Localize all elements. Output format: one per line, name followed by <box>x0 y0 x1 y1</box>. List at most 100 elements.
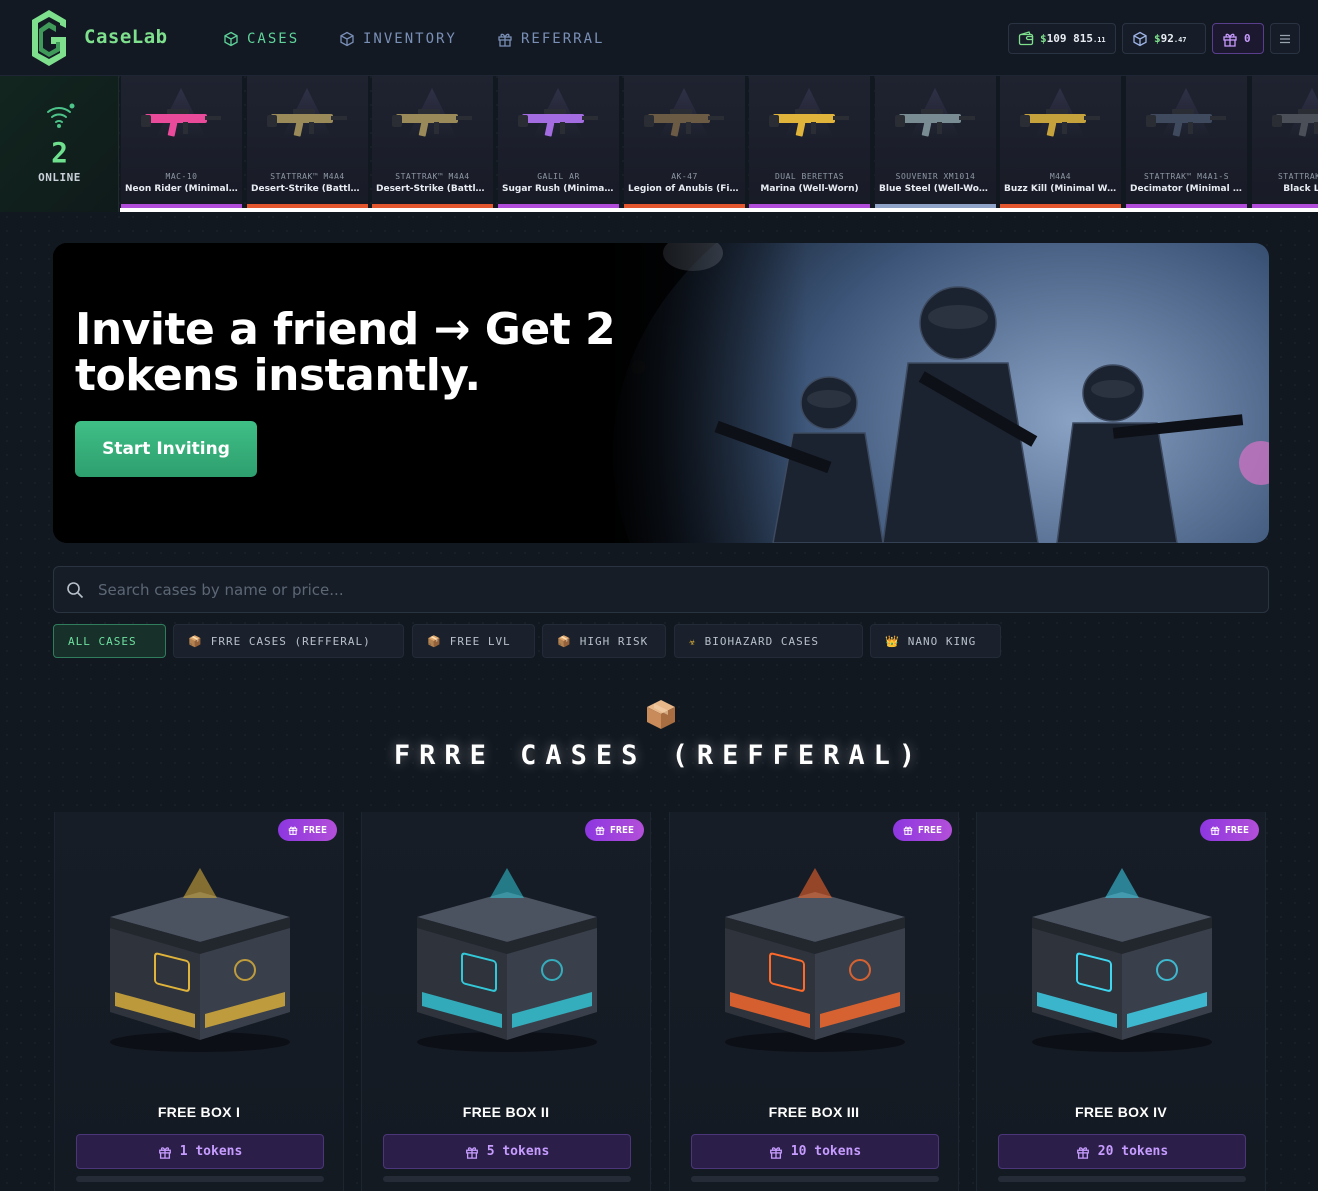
points-currency: $ <box>1154 32 1161 45</box>
box-icon <box>647 700 675 729</box>
case-price: 10 tokens <box>790 1144 862 1159</box>
filter-frre-cases[interactable]: 📦 FRRE CASES (REFFERAL) <box>173 624 404 658</box>
weapon-skin-icon <box>392 109 472 137</box>
case-box-image <box>417 868 597 1052</box>
wifi-icon <box>47 103 75 128</box>
live-drops-bar: 2 ONLINE MAC-10 Neon Rider (Minimal Wear)… <box>0 76 1318 212</box>
live-drop-item[interactable]: AK-47 Legion of Anubis (Field-Tested) <box>624 76 745 208</box>
drop-skin-name: Blue Steel (Well-Worn) <box>879 184 992 194</box>
cube-icon <box>340 31 354 47</box>
gift-icon <box>498 33 512 47</box>
points-button[interactable]: $92.47 <box>1122 23 1206 54</box>
cube-icon <box>1133 31 1147 46</box>
weapon-skin-icon <box>769 109 849 137</box>
caselab-logo-icon[interactable] <box>30 8 68 68</box>
drop-skin-name: Buzz Kill (Minimal Wear) <box>1004 184 1117 194</box>
filter-free-lvl[interactable]: 📦 FREE LVL <box>412 624 535 658</box>
gift-icon <box>158 1146 171 1159</box>
weapon-skin-icon <box>1020 109 1100 137</box>
badge-label: FREE <box>609 824 634 836</box>
wallet-icon <box>1018 30 1034 45</box>
live-drop-item[interactable]: M4A4 Buzz Kill (Minimal Wear) <box>1000 76 1121 208</box>
badge-label: FREE <box>1224 824 1249 836</box>
box-icon: 📦 <box>188 634 203 648</box>
filter-label: FREE LVL <box>449 634 511 648</box>
nav-referral[interactable]: REFERRAL <box>497 29 604 49</box>
crown-icon: 👑 <box>885 634 900 648</box>
badge-label: FREE <box>917 824 942 836</box>
points-amount: 92 <box>1160 32 1174 45</box>
weapon-skin-icon <box>267 109 347 137</box>
gift-icon <box>465 1146 478 1159</box>
nav-referral-label: REFERRAL <box>521 31 605 47</box>
section-title: FRRE CASES (REFFERAL) <box>393 740 925 771</box>
free-badge: FREE <box>584 819 644 841</box>
gift-icon <box>1076 1146 1089 1159</box>
case-name: FREE BOX II <box>462 1104 550 1120</box>
search-icon <box>67 582 84 599</box>
case-card[interactable]: FREE FREE BOX I 1 tokens <box>54 812 344 1191</box>
filter-label: BIOHAZARD CASES <box>704 634 819 648</box>
open-case-button[interactable]: 10 tokens <box>691 1134 939 1169</box>
top-header: CaseLab CASES INVENTORY REFERRAL $109 81… <box>0 0 1318 76</box>
open-case-button[interactable]: 5 tokens <box>383 1134 631 1169</box>
live-progress-line <box>120 208 1318 212</box>
open-case-button[interactable]: 20 tokens <box>998 1134 1246 1169</box>
nav-cases[interactable]: CASES <box>223 29 299 49</box>
filter-high-risk[interactable]: 📦 HIGH RISK <box>542 624 666 658</box>
case-footer-bar <box>998 1176 1246 1182</box>
live-drop-item[interactable]: StatTrak™ M4A4 Desert-Strike (Battle-Scar… <box>372 76 493 208</box>
weapon-skin-icon <box>1272 109 1318 137</box>
weapon-skin-icon <box>895 109 975 137</box>
gift-icon <box>769 1146 782 1159</box>
filter-nano-king[interactable]: 👑 NANO KING <box>870 624 1001 658</box>
box-icon: 📦 <box>557 634 572 648</box>
case-card[interactable]: FREE FREE BOX III 10 tokens <box>669 812 959 1191</box>
case-name: FREE BOX IV <box>1075 1104 1167 1120</box>
filter-label: HIGH RISK <box>579 634 649 648</box>
gifts-button[interactable]: 0 <box>1212 23 1264 54</box>
start-inviting-button[interactable]: Start Inviting <box>75 421 257 477</box>
drop-weapon-type: StatTrak™ M4A1-S <box>1143 172 1230 181</box>
online-count: 2 <box>51 136 68 169</box>
filter-label: FRRE CASES (REFFERAL) <box>210 634 371 648</box>
live-drop-item[interactable]: StatTrak™ ... Black Lotus <box>1252 76 1318 208</box>
filter-label: NANO KING <box>907 634 977 648</box>
case-footer-bar <box>383 1176 631 1182</box>
balance-button[interactable]: $109 815.11 <box>1008 23 1116 54</box>
online-label: ONLINE <box>38 171 81 184</box>
nav-inventory-label: INVENTORY <box>363 31 457 47</box>
live-drop-item[interactable]: Dual Berettas Marina (Well-Worn) <box>749 76 870 208</box>
drop-skin-name: Sugar Rush (Minimal Wear) <box>502 184 615 194</box>
points-cents: .47 <box>1173 36 1187 44</box>
search-input[interactable] <box>98 567 1258 612</box>
case-card[interactable]: FREE FREE BOX II 5 tokens <box>361 812 651 1191</box>
logo-text[interactable]: CaseLab <box>84 26 168 48</box>
balance-cents: .11 <box>1092 36 1106 44</box>
weapon-skin-icon <box>141 109 221 137</box>
live-drop-item[interactable]: Galil AR Sugar Rush (Minimal Wear) <box>498 76 619 208</box>
filter-biohazard-cases[interactable]: ☣ BIOHAZARD CASES <box>674 624 863 658</box>
case-box-image <box>110 868 290 1052</box>
drop-weapon-type: Dual Berettas <box>774 172 845 181</box>
search-bar <box>53 566 1269 613</box>
cube-icon <box>224 31 238 47</box>
live-drop-item[interactable]: StatTrak™ M4A4 Desert-Strike (Battle-Scar… <box>247 76 368 208</box>
banner-title: Invite a friend → Get 2 tokens instantly… <box>75 304 616 401</box>
open-case-button[interactable]: 1 tokens <box>76 1134 324 1169</box>
menu-button[interactable] <box>1270 23 1300 54</box>
live-drop-item[interactable]: StatTrak™ M4A1-S Decimator (Minimal Wear) <box>1126 76 1247 208</box>
drop-weapon-type: Souvenir XM1014 <box>895 172 976 181</box>
drop-weapon-type: M4A4 <box>1049 172 1072 181</box>
free-badge: FREE <box>1199 819 1259 841</box>
case-price: 5 tokens <box>486 1144 550 1159</box>
case-card[interactable]: FREE FREE BOX IV 20 tokens <box>976 812 1266 1191</box>
box-icon: 📦 <box>427 634 442 648</box>
nav-inventory[interactable]: INVENTORY <box>339 29 457 49</box>
referral-banner: Invite a friend → Get 2 tokens instantly… <box>53 243 1269 543</box>
filter-all-cases[interactable]: ALL CASES <box>53 624 166 658</box>
live-drop-item[interactable]: Souvenir XM1014 Blue Steel (Well-Worn) <box>875 76 996 208</box>
live-drop-item[interactable]: MAC-10 Neon Rider (Minimal Wear) <box>121 76 242 208</box>
gift-icon <box>288 826 298 835</box>
biohazard-icon: ☣ <box>689 634 697 648</box>
